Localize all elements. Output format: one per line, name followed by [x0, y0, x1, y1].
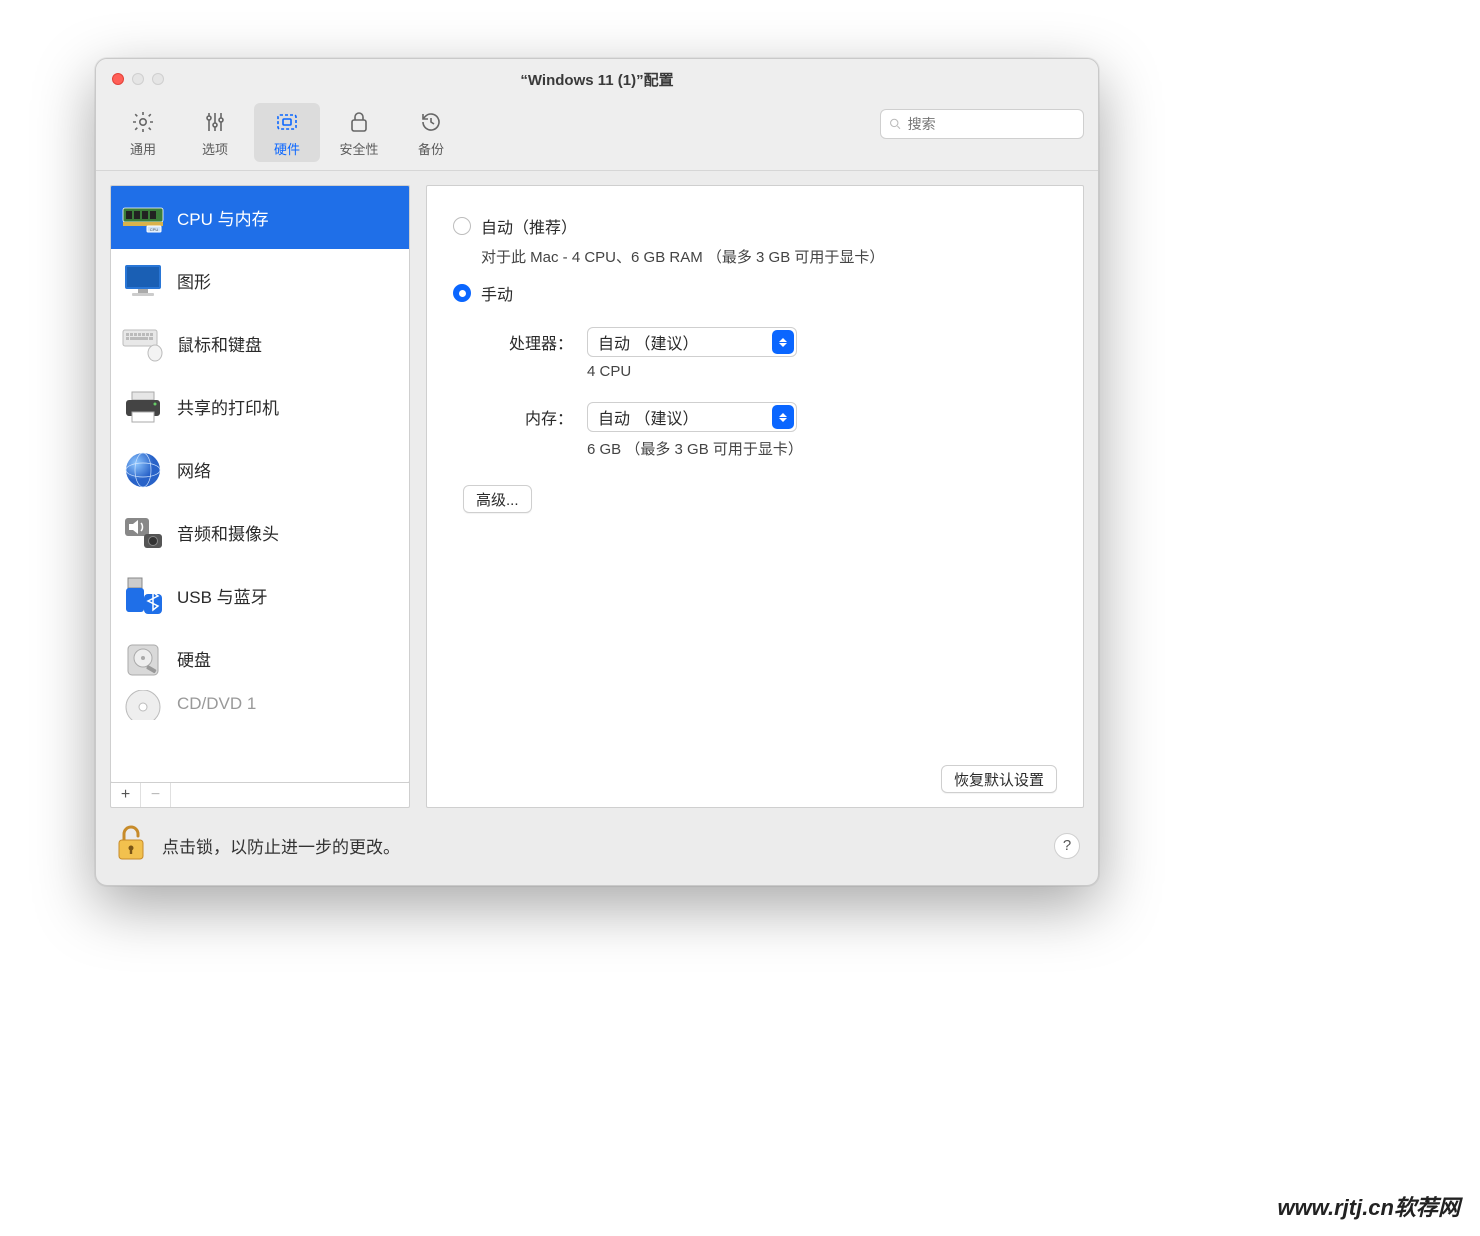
toolbar-options-label: 选项 — [202, 139, 228, 158]
search-field[interactable] — [880, 109, 1084, 139]
toolbar-backup-label: 备份 — [418, 139, 444, 158]
toolbar-hardware-label: 硬件 — [274, 139, 300, 158]
search-icon — [889, 117, 902, 131]
globe-icon — [121, 448, 165, 492]
select-arrows-icon — [772, 405, 794, 429]
sidebar-item-label: CD/DVD 1 — [177, 694, 256, 714]
restore-defaults-button[interactable]: 恢复默认设置 — [941, 765, 1057, 793]
lock-icon[interactable] — [114, 824, 148, 867]
toolbar-backup[interactable]: 备份 — [398, 103, 464, 162]
sidebar-item-mouse-keyboard[interactable]: 鼠标和键盘 — [111, 312, 409, 375]
printer-icon — [121, 385, 165, 429]
sidebar-item-label: CPU 与内存 — [177, 205, 269, 230]
advanced-button[interactable]: 高级... — [463, 485, 532, 513]
cpu-select[interactable]: 自动 （建议） — [587, 327, 797, 357]
toolbar-general[interactable]: 通用 — [110, 103, 176, 162]
toolbar-security[interactable]: 安全性 — [326, 103, 392, 162]
radio-auto[interactable] — [453, 217, 471, 235]
sound-camera-icon — [121, 511, 165, 555]
radio-manual-row[interactable]: 手动 — [453, 281, 1057, 305]
lock-label: 点击锁，以防止进一步的更改。 — [162, 833, 400, 858]
sidebar-item-sound-camera[interactable]: 音频和摄像头 — [111, 501, 409, 564]
ram-icon: CPU — [121, 196, 165, 240]
toolbar: 通用 选项 硬件 安全性 备份 — [96, 99, 1098, 171]
sidebar-footer: + − — [110, 782, 410, 808]
lock-icon — [344, 109, 374, 135]
toolbar-security-label: 安全性 — [339, 139, 378, 158]
sidebar-item-label: 音频和摄像头 — [177, 520, 279, 545]
toolbar-options[interactable]: 选项 — [182, 103, 248, 162]
sidebar-footer-spacer — [171, 783, 409, 807]
sidebar-item-cd-dvd[interactable]: CD/DVD 1 — [111, 690, 409, 720]
config-window: “Windows 11 (1)”配置 通用 选项 硬件 安全性 — [95, 58, 1099, 886]
titlebar: “Windows 11 (1)”配置 — [96, 59, 1098, 99]
select-arrows-icon — [772, 330, 794, 354]
bottom-bar: 点击锁，以防止进一步的更改。 ? — [96, 808, 1098, 885]
auto-description: 对于此 Mac - 4 CPU、6 GB RAM （最多 3 GB 可用于显卡） — [481, 246, 1057, 267]
sidebar-item-hard-disk[interactable]: 硬盘 — [111, 627, 409, 690]
cpu-sublabel: 4 CPU — [587, 363, 1057, 380]
toolbar-general-label: 通用 — [130, 139, 156, 158]
search-input[interactable] — [908, 116, 1075, 132]
sidebar-item-shared-printers[interactable]: 共享的打印机 — [111, 375, 409, 438]
add-button[interactable]: + — [111, 783, 141, 807]
memory-select-value: 自动 （建议） — [598, 405, 698, 429]
svg-text:CPU: CPU — [150, 227, 159, 232]
chip-icon — [272, 109, 302, 135]
sidebar-item-label: 硬盘 — [177, 646, 211, 671]
sidebar-item-label: USB 与蓝牙 — [177, 583, 268, 608]
window-controls — [112, 73, 164, 85]
sidebar-item-graphics[interactable]: 图形 — [111, 249, 409, 312]
memory-row: 内存： 自动 （建议） — [453, 402, 1057, 432]
sidebar-item-label: 网络 — [177, 457, 211, 482]
sidebar-item-cpu-memory[interactable]: CPU CPU 与内存 — [111, 186, 409, 249]
usb-bluetooth-icon — [121, 574, 165, 618]
sidebar-item-label: 图形 — [177, 268, 211, 293]
sidebar-item-label: 共享的打印机 — [177, 394, 279, 419]
hard-disk-icon — [121, 637, 165, 681]
minimize-button[interactable] — [132, 73, 144, 85]
keyboard-mouse-icon — [121, 322, 165, 366]
window-title: “Windows 11 (1)”配置 — [520, 69, 673, 90]
cpu-row: 处理器： 自动 （建议） — [453, 327, 1057, 357]
toolbar-hardware[interactable]: 硬件 — [254, 103, 320, 162]
history-icon — [416, 109, 446, 135]
memory-label: 内存： — [453, 405, 573, 429]
radio-auto-row[interactable]: 自动（推荐） — [453, 214, 1057, 238]
radio-manual[interactable] — [453, 284, 471, 302]
gear-icon — [128, 109, 158, 135]
cpu-label: 处理器： — [453, 330, 573, 354]
content-panel: 自动（推荐） 对于此 Mac - 4 CPU、6 GB RAM （最多 3 GB… — [426, 185, 1084, 808]
maximize-button[interactable] — [152, 73, 164, 85]
hardware-sidebar: CPU CPU 与内存 图形 鼠标和键盘 — [110, 185, 410, 808]
radio-manual-label: 手动 — [481, 281, 513, 305]
close-button[interactable] — [112, 73, 124, 85]
memory-select[interactable]: 自动 （建议） — [587, 402, 797, 432]
sliders-icon — [200, 109, 230, 135]
cpu-select-value: 自动 （建议） — [598, 330, 698, 354]
sidebar-item-network[interactable]: 网络 — [111, 438, 409, 501]
memory-sublabel: 6 GB （最多 3 GB 可用于显卡） — [587, 438, 1057, 459]
monitor-icon — [121, 259, 165, 303]
remove-button[interactable]: − — [141, 783, 171, 807]
disc-icon — [121, 694, 165, 720]
watermark-text: www.rjtj.cn软荐网 — [1277, 1190, 1460, 1222]
help-button[interactable]: ? — [1054, 833, 1080, 859]
sidebar-item-label: 鼠标和键盘 — [177, 331, 262, 356]
hardware-list: CPU CPU 与内存 图形 鼠标和键盘 — [110, 185, 410, 783]
body: CPU CPU 与内存 图形 鼠标和键盘 — [96, 171, 1098, 808]
sidebar-item-usb-bluetooth[interactable]: USB 与蓝牙 — [111, 564, 409, 627]
radio-auto-label: 自动（推荐） — [481, 214, 577, 238]
